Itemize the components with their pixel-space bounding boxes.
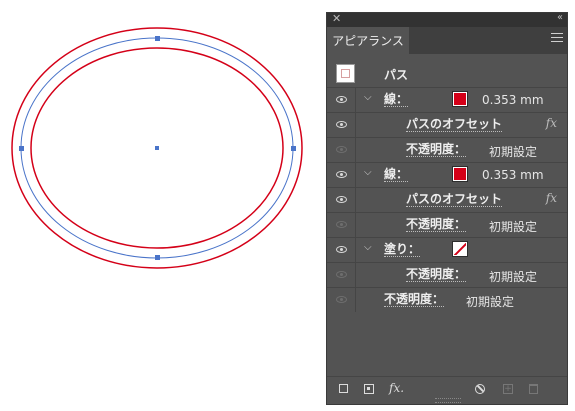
stroke-weight-value[interactable]: 0.353 mm xyxy=(482,168,544,182)
row-fill[interactable]: ⌵ 塗り： xyxy=(327,237,567,262)
target-object-row[interactable]: パス xyxy=(327,61,567,87)
row-stroke-1[interactable]: ⌵ 線： 0.353 mm xyxy=(327,87,567,112)
panel-title-bar[interactable]: ✕ ‹‹ xyxy=(327,12,567,27)
opacity-label[interactable]: 不透明度： xyxy=(406,268,467,282)
row-opacity-1[interactable]: 不透明度： 初期設定 xyxy=(327,137,567,162)
row-opacity-3[interactable]: 不透明度： 初期設定 xyxy=(327,262,567,287)
visibility-eye-icon[interactable] xyxy=(336,171,347,178)
stroke-label[interactable]: 線： xyxy=(384,93,409,107)
appearance-attributes-list: ⌵ 線： 0.353 mm パスのオフセット fx 不透明度： 初期設定 ⌵ 線… xyxy=(327,87,567,312)
panel-menu-icon[interactable] xyxy=(551,33,563,43)
opacity-label[interactable]: 不透明度： xyxy=(406,143,467,157)
visibility-eye-icon[interactable] xyxy=(336,196,347,203)
chevron-down-icon[interactable]: ⌵ xyxy=(364,167,372,178)
chevron-down-icon[interactable]: ⌵ xyxy=(364,242,372,253)
visibility-eye-icon[interactable] xyxy=(336,221,347,228)
add-new-effect-icon[interactable]: fx. xyxy=(389,381,404,395)
opacity-value: 初期設定 xyxy=(489,270,538,284)
offset-path-effect-link[interactable]: パスのオフセット xyxy=(406,118,503,132)
panel-footer-toolbar: fx. + xyxy=(327,376,567,404)
fx-icon[interactable]: fx xyxy=(546,116,557,130)
anchor-point-right[interactable] xyxy=(291,146,296,151)
visibility-eye-icon[interactable] xyxy=(336,246,347,253)
visibility-eye-icon[interactable] xyxy=(336,271,347,278)
visibility-eye-icon[interactable] xyxy=(336,296,347,303)
tab-appearance[interactable]: アピアランス xyxy=(327,27,409,54)
stroke-color-swatch[interactable] xyxy=(452,91,468,107)
fill-label[interactable]: 塗り： xyxy=(384,243,421,257)
appearance-panel: ✕ ‹‹ アピアランス パス ⌵ 線： 0.353 mm パスのオフセット fx… xyxy=(326,12,568,405)
object-opacity-value: 初期設定 xyxy=(466,295,515,309)
stroke-color-swatch[interactable] xyxy=(452,166,468,182)
stroke-weight-value[interactable]: 0.353 mm xyxy=(482,93,544,107)
stroke-label[interactable]: 線： xyxy=(384,168,409,182)
chevron-down-icon[interactable]: ⌵ xyxy=(364,92,372,103)
delete-item-icon[interactable] xyxy=(529,384,538,394)
panel-tab-bar: アピアランス xyxy=(327,27,567,54)
center-point xyxy=(155,146,159,150)
collapse-icon[interactable]: ‹‹ xyxy=(557,12,563,23)
object-opacity-label[interactable]: 不透明度： xyxy=(384,293,445,307)
add-new-stroke-icon[interactable] xyxy=(339,384,348,393)
visibility-eye-icon[interactable] xyxy=(336,96,347,103)
object-thumbnail xyxy=(336,64,355,83)
opacity-value: 初期設定 xyxy=(489,145,538,159)
visibility-eye-icon[interactable] xyxy=(336,121,347,128)
anchor-point-left[interactable] xyxy=(19,146,24,151)
offset-path-effect-link[interactable]: パスのオフセット xyxy=(406,193,503,207)
clear-appearance-icon[interactable] xyxy=(475,384,485,394)
opacity-label[interactable]: 不透明度： xyxy=(406,218,467,232)
row-offset-2[interactable]: パスのオフセット fx xyxy=(327,187,567,212)
row-stroke-2[interactable]: ⌵ 線： 0.353 mm xyxy=(327,162,567,187)
target-object-label: パス xyxy=(384,68,409,82)
opacity-value: 初期設定 xyxy=(489,220,538,234)
row-offset-1[interactable]: パスのオフセット fx xyxy=(327,112,567,137)
artboard-canvas[interactable] xyxy=(0,0,320,411)
close-icon[interactable]: ✕ xyxy=(332,12,341,25)
add-new-fill-icon[interactable] xyxy=(364,384,374,394)
resize-grip[interactable] xyxy=(435,398,461,403)
visibility-eye-icon[interactable] xyxy=(336,146,347,153)
fx-icon[interactable]: fx xyxy=(546,191,557,205)
fill-none-swatch[interactable] xyxy=(452,241,468,257)
row-opacity-2[interactable]: 不透明度： 初期設定 xyxy=(327,212,567,237)
duplicate-item-icon[interactable]: + xyxy=(503,384,513,394)
row-opacity-object[interactable]: 不透明度： 初期設定 xyxy=(327,287,567,312)
anchor-point-bottom[interactable] xyxy=(155,255,160,260)
anchor-point-top[interactable] xyxy=(155,36,160,41)
